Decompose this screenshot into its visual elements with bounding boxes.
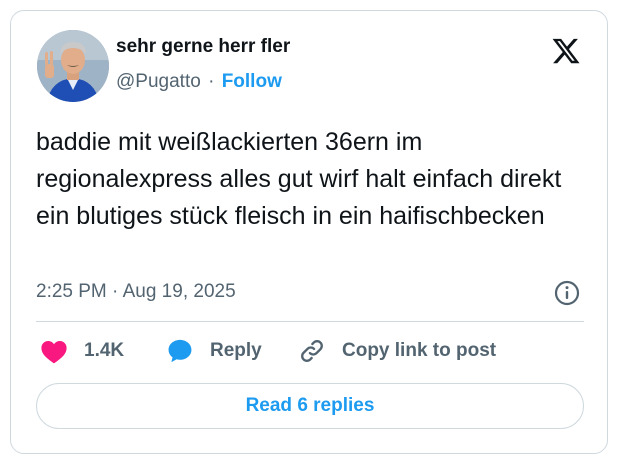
handle-separator: · — [208, 71, 215, 92]
tweet-text: baddie mit weißlackierten 36ern im regio… — [36, 128, 562, 230]
copy-link-label: Copy link to post — [342, 340, 497, 361]
copy-link-button[interactable]: Copy link to post — [298, 336, 496, 366]
reply-label: Reply — [210, 340, 262, 361]
tweet-embed-card: sehr gerne herr fler @Pugatto · Follow b… — [10, 10, 608, 454]
tweet-timestamp[interactable]: 2:25 PM · Aug 19, 2025 — [36, 281, 236, 303]
author-display-name[interactable]: sehr gerne herr fler — [116, 36, 290, 58]
like-count: 1.4K — [84, 340, 125, 361]
link-icon — [298, 337, 326, 365]
divider — [36, 321, 584, 322]
avatar[interactable] — [37, 30, 109, 102]
info-icon[interactable] — [553, 279, 581, 307]
author-handle-line: @Pugatto · Follow — [116, 71, 282, 93]
read-replies-button[interactable]: Read 6 replies — [36, 383, 584, 429]
x-logo-icon[interactable] — [551, 36, 581, 66]
speech-bubble-icon — [166, 337, 194, 365]
like-button[interactable]: 1.4K — [40, 336, 124, 366]
reply-button[interactable]: Reply — [166, 336, 262, 366]
avatar-image — [37, 30, 109, 102]
author-handle[interactable]: @Pugatto — [116, 71, 201, 92]
heart-icon — [40, 338, 68, 364]
follow-button[interactable]: Follow — [222, 71, 282, 92]
